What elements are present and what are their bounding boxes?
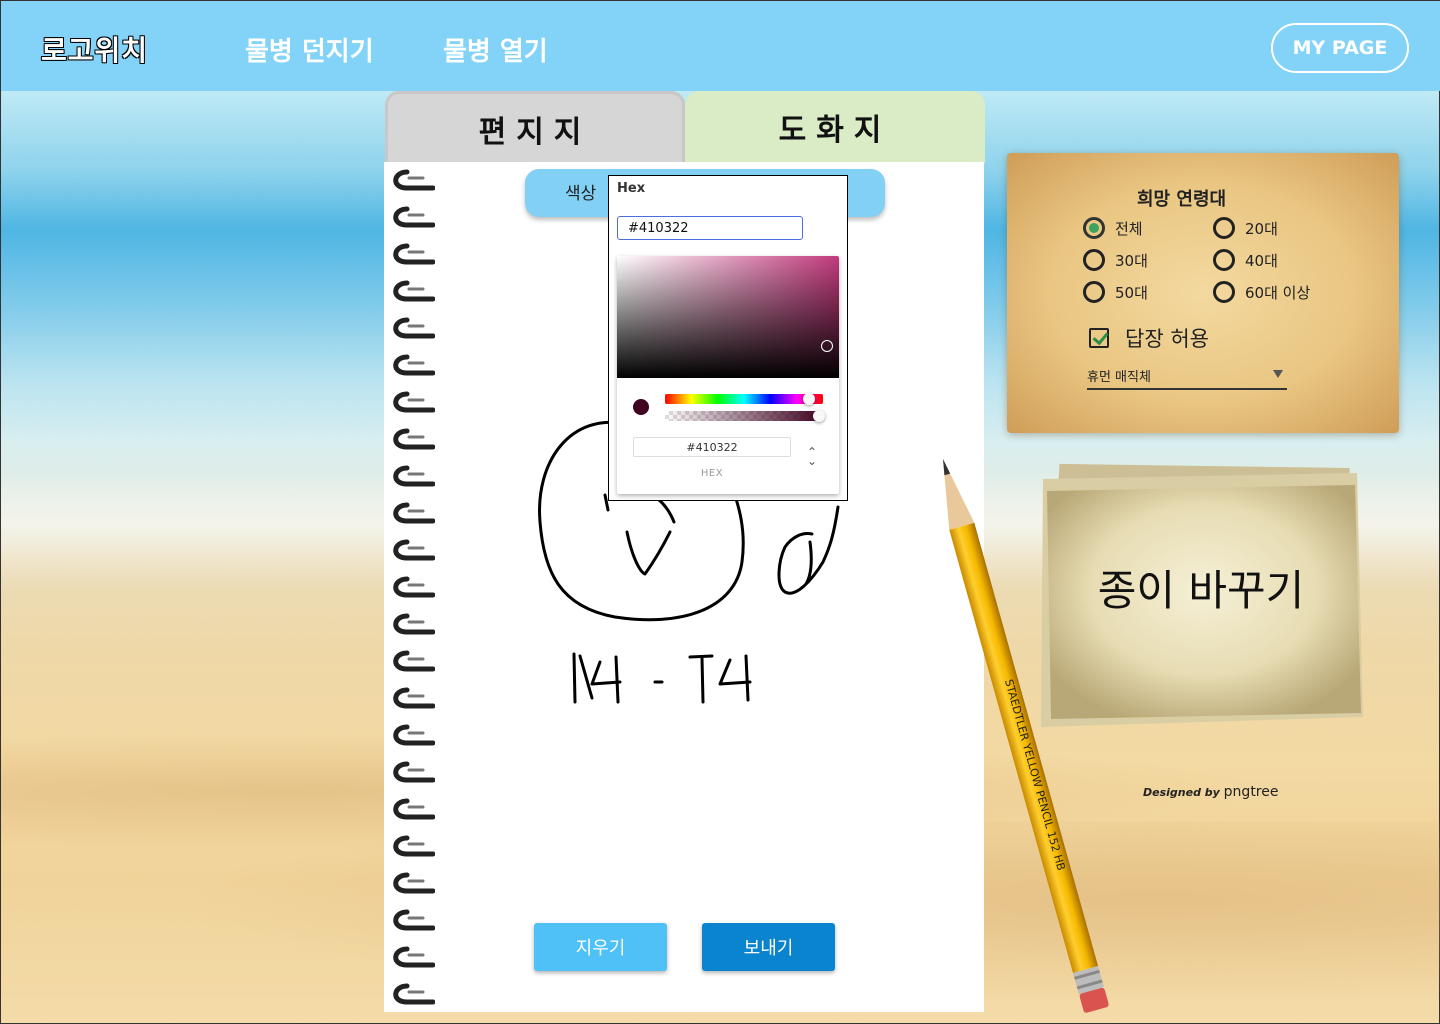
clear-button[interactable]: 지우기 bbox=[534, 923, 667, 971]
tab-drawing-paper[interactable]: 도화지 bbox=[685, 91, 985, 163]
spiral-ring bbox=[387, 982, 436, 1006]
picker-title: Hex bbox=[617, 181, 646, 196]
saturation-cursor[interactable] bbox=[821, 340, 833, 352]
nav-open-bottle[interactable]: 물병 열기 bbox=[443, 31, 548, 68]
dropdown-arrow-icon bbox=[1273, 370, 1283, 378]
spiral-ring bbox=[387, 316, 436, 340]
age-option-40s[interactable]: 40대 bbox=[1213, 249, 1278, 271]
credit-text: Designed by pngtree bbox=[1143, 784, 1278, 800]
spiral-ring bbox=[387, 205, 436, 229]
font-select[interactable]: 휴먼 매직체 bbox=[1087, 366, 1287, 390]
alpha-slider-knob[interactable] bbox=[813, 410, 825, 422]
allow-reply-label: 답장 허용 bbox=[1125, 327, 1209, 351]
spiral-ring bbox=[387, 242, 436, 266]
checkbox[interactable] bbox=[1089, 328, 1109, 348]
spiral-ring bbox=[387, 612, 436, 636]
spiral-ring bbox=[387, 723, 436, 747]
spiral-ring bbox=[387, 390, 436, 414]
radio-label: 20대 bbox=[1245, 219, 1278, 238]
spiral-ring bbox=[387, 168, 436, 192]
spiral-ring bbox=[387, 649, 436, 673]
hex-input[interactable] bbox=[617, 216, 803, 240]
my-page-button[interactable]: MY PAGE bbox=[1271, 23, 1409, 73]
format-toggle-icon[interactable]: ⌃ ⌄ bbox=[807, 446, 817, 467]
change-paper-button[interactable]: 종이 바꾸기 bbox=[1061, 557, 1341, 618]
color-label[interactable]: 색상 bbox=[565, 179, 596, 204]
font-select-value: 휴먼 매직체 bbox=[1087, 370, 1151, 385]
spiral-ring bbox=[387, 427, 436, 451]
nav-throw-bottle[interactable]: 물병 던지기 bbox=[245, 31, 374, 68]
age-option-50s[interactable]: 50대 bbox=[1083, 281, 1148, 303]
spiral-binding bbox=[384, 162, 440, 1012]
radio-label: 50대 bbox=[1115, 283, 1148, 302]
allow-reply-checkbox[interactable]: 답장 허용 bbox=[1089, 323, 1209, 353]
spiral-ring bbox=[387, 797, 436, 821]
spiral-ring bbox=[387, 908, 436, 932]
spiral-ring bbox=[387, 353, 436, 377]
spiral-ring bbox=[387, 501, 436, 525]
hue-slider-knob[interactable] bbox=[803, 393, 815, 405]
age-option-30s[interactable]: 30대 bbox=[1083, 249, 1148, 271]
send-button[interactable]: 보내기 bbox=[702, 923, 835, 971]
radio-button[interactable] bbox=[1213, 281, 1235, 303]
age-option-20s[interactable]: 20대 bbox=[1213, 217, 1278, 239]
credit-prefix: Designed by bbox=[1143, 786, 1220, 799]
alpha-slider[interactable] bbox=[665, 411, 823, 421]
saturation-value-area[interactable] bbox=[617, 256, 839, 378]
spiral-ring bbox=[387, 834, 436, 858]
radio-label: 30대 bbox=[1115, 251, 1148, 270]
color-picker-panel: #410322 HEX ⌃ ⌄ bbox=[617, 256, 839, 494]
radio-button[interactable] bbox=[1083, 249, 1105, 271]
radio-button[interactable] bbox=[1083, 281, 1105, 303]
hex-value-field[interactable]: #410322 bbox=[633, 437, 791, 457]
age-range-title: 희망 연령대 bbox=[1137, 189, 1227, 210]
radio-label: 60대 이상 bbox=[1245, 283, 1311, 302]
color-picker-popup: Hex #410322 HEX ⌃⌄ bbox=[608, 175, 848, 501]
hue-slider[interactable] bbox=[665, 394, 823, 404]
age-option-60s-plus[interactable]: 60대 이상 bbox=[1213, 281, 1310, 303]
current-color-swatch bbox=[633, 399, 649, 415]
spiral-ring bbox=[387, 538, 436, 562]
spiral-ring bbox=[387, 575, 436, 599]
credit-brand: pngtree bbox=[1223, 784, 1279, 800]
spiral-ring bbox=[387, 686, 436, 710]
age-option-all[interactable]: 전체 bbox=[1083, 217, 1143, 239]
radio-button[interactable] bbox=[1213, 249, 1235, 271]
spiral-ring bbox=[387, 464, 436, 488]
tab-letter-paper[interactable]: 편지지 bbox=[385, 91, 685, 163]
top-header: 로고위치 물병 던지기 물병 열기 MY PAGE bbox=[1, 1, 1440, 91]
spiral-ring bbox=[387, 945, 436, 969]
spiral-ring bbox=[387, 871, 436, 895]
radio-label: 전체 bbox=[1115, 219, 1143, 238]
logo[interactable]: 로고위치 bbox=[41, 29, 148, 69]
spiral-ring bbox=[387, 279, 436, 303]
hex-caption: HEX bbox=[700, 468, 724, 479]
radio-button[interactable] bbox=[1083, 217, 1105, 239]
radio-label: 40대 bbox=[1245, 251, 1278, 270]
spiral-ring bbox=[387, 760, 436, 784]
radio-button[interactable] bbox=[1213, 217, 1235, 239]
